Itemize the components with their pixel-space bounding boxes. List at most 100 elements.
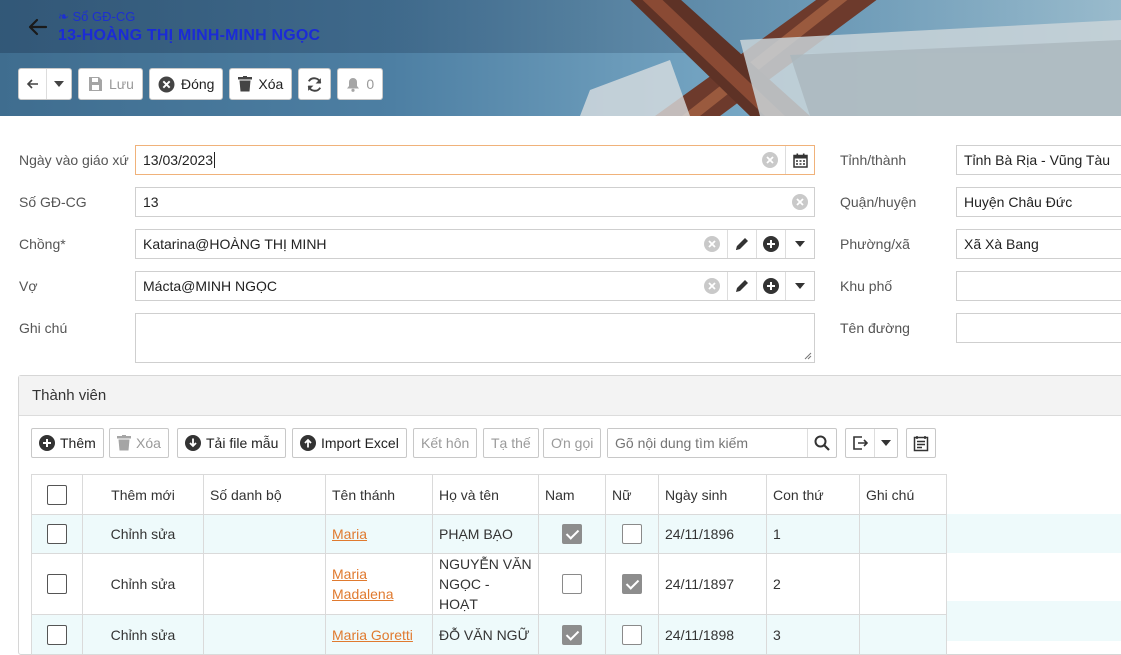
saint-name-link[interactable]: Maria Madalena xyxy=(332,566,394,602)
col-header-saint-name[interactable]: Tên thánh xyxy=(325,474,433,515)
row-select-checkbox[interactable] xyxy=(47,624,67,645)
wife-field[interactable]: Mácta@MINH NGỌC xyxy=(135,271,815,301)
vocation-button[interactable]: Ơn gọi xyxy=(543,428,602,458)
delete-button[interactable]: Xóa xyxy=(229,68,293,100)
table-row[interactable]: Chỉnh sửa Maria Goretti ĐỖ VĂN NGỮ 24/11… xyxy=(31,614,947,655)
male-checkbox[interactable] xyxy=(562,524,582,544)
notifications-button[interactable]: 0 xyxy=(337,68,384,100)
clear-date-icon[interactable] xyxy=(762,152,778,168)
row-select-cell xyxy=(31,614,83,655)
edit-row-link[interactable]: Chỉnh sửa xyxy=(82,614,204,655)
back-split-button xyxy=(18,68,72,100)
death-button[interactable]: Tạ thế xyxy=(483,428,539,458)
members-panel-title: Thành viên xyxy=(19,376,1121,416)
history-back-button[interactable] xyxy=(19,69,47,99)
province-label: Tỉnh/thành xyxy=(840,152,907,168)
col-header-birth-date[interactable]: Ngày sinh xyxy=(658,474,767,515)
ward-value: Xã Xà Bang xyxy=(964,236,1039,252)
female-checkbox[interactable] xyxy=(622,524,642,544)
date-field[interactable]: 13/03/2023 xyxy=(135,145,815,175)
download-template-label: Tải file mẫu xyxy=(206,435,279,451)
add-member-button[interactable]: Thêm xyxy=(31,428,104,458)
birth-date-cell: 24/11/1897 xyxy=(658,553,767,615)
add-husband-plus-icon[interactable] xyxy=(756,230,785,258)
note-textarea[interactable] xyxy=(135,313,815,363)
trash-icon xyxy=(238,76,253,92)
male-checkbox[interactable] xyxy=(562,574,582,594)
resize-handle-icon[interactable] xyxy=(803,351,812,360)
col-header-female[interactable]: Nữ xyxy=(605,474,659,515)
table-row[interactable]: Chỉnh sửa Maria Madalena NGUYỄN VĂN NGỌC… xyxy=(31,553,947,615)
col-header-child-order[interactable]: Con thứ xyxy=(766,474,860,515)
district-field[interactable]: Huyện Châu Đức xyxy=(956,187,1121,217)
cross-banner-image xyxy=(580,0,1121,116)
husband-field[interactable]: Katarina@HOÀNG THỊ MINH xyxy=(135,229,815,259)
husband-value: Katarina@HOÀNG THỊ MINH xyxy=(143,236,327,252)
col-header-registry[interactable]: Số danh bộ xyxy=(203,474,326,515)
province-field[interactable]: Tỉnh Bà Rịa - Vũng Tàu xyxy=(956,145,1121,175)
col-header-full-name[interactable]: Họ và tên xyxy=(432,474,539,515)
breadcrumb[interactable]: ❧ Sổ GĐ-CG xyxy=(58,9,135,25)
marriage-label: Kết hôn xyxy=(421,435,470,451)
clear-wife-icon[interactable] xyxy=(704,278,720,294)
member-search-input[interactable] xyxy=(608,429,802,457)
quarter-label: Khu phố xyxy=(840,278,893,294)
col-header-male[interactable]: Nam xyxy=(538,474,606,515)
street-field[interactable] xyxy=(956,313,1121,343)
col-header-add-new[interactable]: Thêm mới xyxy=(82,474,204,515)
date-label: Ngày vào giáo xứ xyxy=(19,152,129,168)
full-name-cell: PHẠM BẠO xyxy=(432,514,539,554)
district-label: Quận/huyện xyxy=(840,194,917,210)
main-toolbar: Lưu Đóng Xóa 0 xyxy=(18,68,384,100)
saint-name-link[interactable]: Maria xyxy=(332,526,367,542)
saint-name-link[interactable]: Maria Goretti xyxy=(332,627,413,643)
history-dropdown-button[interactable] xyxy=(47,69,71,99)
table-header-row: Thêm mới Số danh bộ Tên thánh Họ và tên … xyxy=(31,474,947,515)
row-select-checkbox[interactable] xyxy=(47,574,67,594)
female-checkbox[interactable] xyxy=(622,574,642,594)
clear-number-icon[interactable] xyxy=(792,194,808,210)
quarter-field[interactable] xyxy=(956,271,1121,301)
col-header-note[interactable]: Ghi chú xyxy=(859,474,947,515)
delete-member-button[interactable]: Xóa xyxy=(109,428,169,458)
refresh-button[interactable] xyxy=(298,68,332,100)
text-cursor xyxy=(214,152,216,168)
vocation-label: Ơn gọi xyxy=(551,435,594,451)
calendar-icon[interactable] xyxy=(785,146,814,174)
marriage-button[interactable]: Kết hôn xyxy=(413,428,478,458)
male-checkbox[interactable] xyxy=(562,624,582,645)
caret-down-icon xyxy=(881,440,891,446)
edit-row-link[interactable]: Chỉnh sửa xyxy=(82,514,204,554)
import-excel-button[interactable]: Import Excel xyxy=(292,428,407,458)
family-number-field[interactable]: 13 xyxy=(135,187,815,217)
date-value: 13/03/2023 xyxy=(143,152,214,168)
female-checkbox[interactable] xyxy=(622,624,642,645)
saint-name-cell: Maria Goretti xyxy=(325,614,433,655)
row-select-checkbox[interactable] xyxy=(47,524,67,544)
clear-husband-icon[interactable] xyxy=(704,236,720,252)
close-button[interactable]: Đóng xyxy=(148,68,224,100)
wife-dropdown-caret-icon[interactable] xyxy=(785,272,814,300)
full-name-cell: ĐỖ VĂN NGỮ xyxy=(432,614,539,655)
note-label: Ghi chú xyxy=(19,320,68,336)
save-button[interactable]: Lưu xyxy=(78,68,143,100)
back-arrow-icon[interactable] xyxy=(26,15,50,39)
ward-field[interactable]: Xã Xà Bang xyxy=(956,229,1121,259)
notification-count: 0 xyxy=(366,76,375,92)
husband-dropdown-caret-icon[interactable] xyxy=(785,230,814,258)
edit-row-link[interactable]: Chỉnh sửa xyxy=(82,553,204,615)
export-button[interactable] xyxy=(846,429,875,457)
district-value: Huyện Châu Đức xyxy=(964,194,1073,210)
column-chooser-button[interactable] xyxy=(906,428,936,458)
select-all-checkbox[interactable] xyxy=(47,484,67,505)
export-dropdown-button[interactable] xyxy=(875,429,897,457)
registry-cell xyxy=(203,553,326,615)
add-member-label: Thêm xyxy=(60,435,96,451)
edit-husband-pencil-icon[interactable] xyxy=(727,230,756,258)
edit-wife-pencil-icon[interactable] xyxy=(727,272,756,300)
add-wife-plus-icon[interactable] xyxy=(756,272,785,300)
table-row[interactable]: Chỉnh sửa Maria PHẠM BẠO 24/11/1896 1 xyxy=(31,514,947,554)
husband-label: Chồng* xyxy=(19,236,66,252)
download-template-button[interactable]: Tải file mẫu xyxy=(177,428,287,458)
search-icon[interactable] xyxy=(806,429,836,457)
